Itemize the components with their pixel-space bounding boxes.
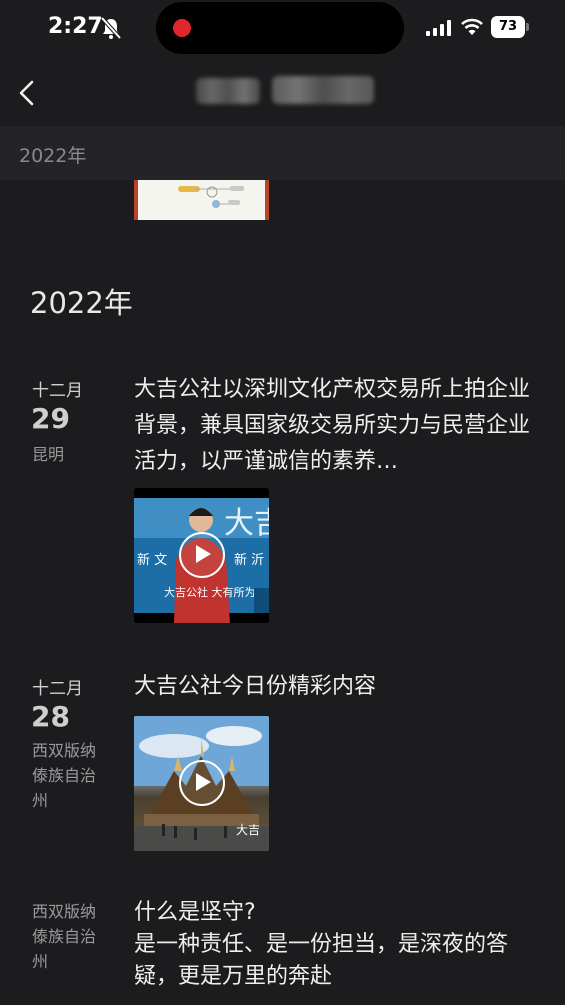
post-location: 西双版纳傣族自治州 — [32, 741, 97, 810]
sticky-year-label: 2022年 — [19, 145, 87, 167]
svg-text:大吉: 大吉 — [224, 506, 269, 541]
post-month: 十二月 — [32, 679, 83, 699]
nav-bar — [0, 60, 565, 126]
post-video-thumbnail[interactable]: 大吉 — [134, 716, 269, 851]
svg-text:新 文: 新 文 — [137, 552, 167, 568]
battery-icon: 73 — [491, 16, 529, 38]
post-text[interactable]: 大吉公社今日份精彩内容 — [134, 669, 534, 705]
year-heading: 2022年 — [30, 286, 133, 320]
post-text[interactable]: 大吉公社以深圳文化产权交易所上拍企业背景，兼具国家级交易所实力与民营企业活力，以… — [134, 372, 534, 480]
blurred-title-part-1 — [196, 78, 260, 104]
status-time: 2:27 — [48, 14, 103, 39]
wifi-icon — [461, 18, 483, 35]
dynamic-island — [156, 2, 404, 54]
post-day: 28 — [31, 700, 70, 733]
svg-text:新 沂: 新 沂 — [234, 552, 264, 568]
post-location: 西双版纳傣族自治州 — [32, 902, 97, 971]
post-location: 昆明 — [32, 445, 65, 464]
sticky-year-header: 2022年 — [0, 126, 565, 180]
bell-slash-icon — [100, 16, 122, 40]
play-icon[interactable] — [179, 532, 225, 578]
previous-post-thumbnail[interactable] — [134, 180, 269, 220]
svg-text:大吉公社 大有所为: 大吉公社 大有所为 — [164, 585, 256, 599]
battery-level: 73 — [491, 16, 525, 38]
recording-indicator-icon — [173, 19, 191, 37]
svg-text:大吉: 大吉 — [236, 823, 260, 837]
cellular-signal-icon — [426, 20, 451, 36]
play-icon[interactable] — [179, 760, 225, 806]
blurred-title-part-2 — [272, 76, 374, 104]
post-video-thumbnail[interactable]: 大吉 新 文 新 沂 大吉公社 大有所为 — [134, 488, 269, 623]
post-month: 十二月 — [32, 381, 83, 401]
chevron-left-icon[interactable] — [14, 78, 44, 108]
post-day: 29 — [31, 402, 70, 435]
status-bar: 2:27 73 — [0, 0, 565, 58]
post-text[interactable]: 什么是坚守? 是一种责任、是一份担当，是深夜的答疑，更是万里的奔赴 — [134, 897, 534, 993]
